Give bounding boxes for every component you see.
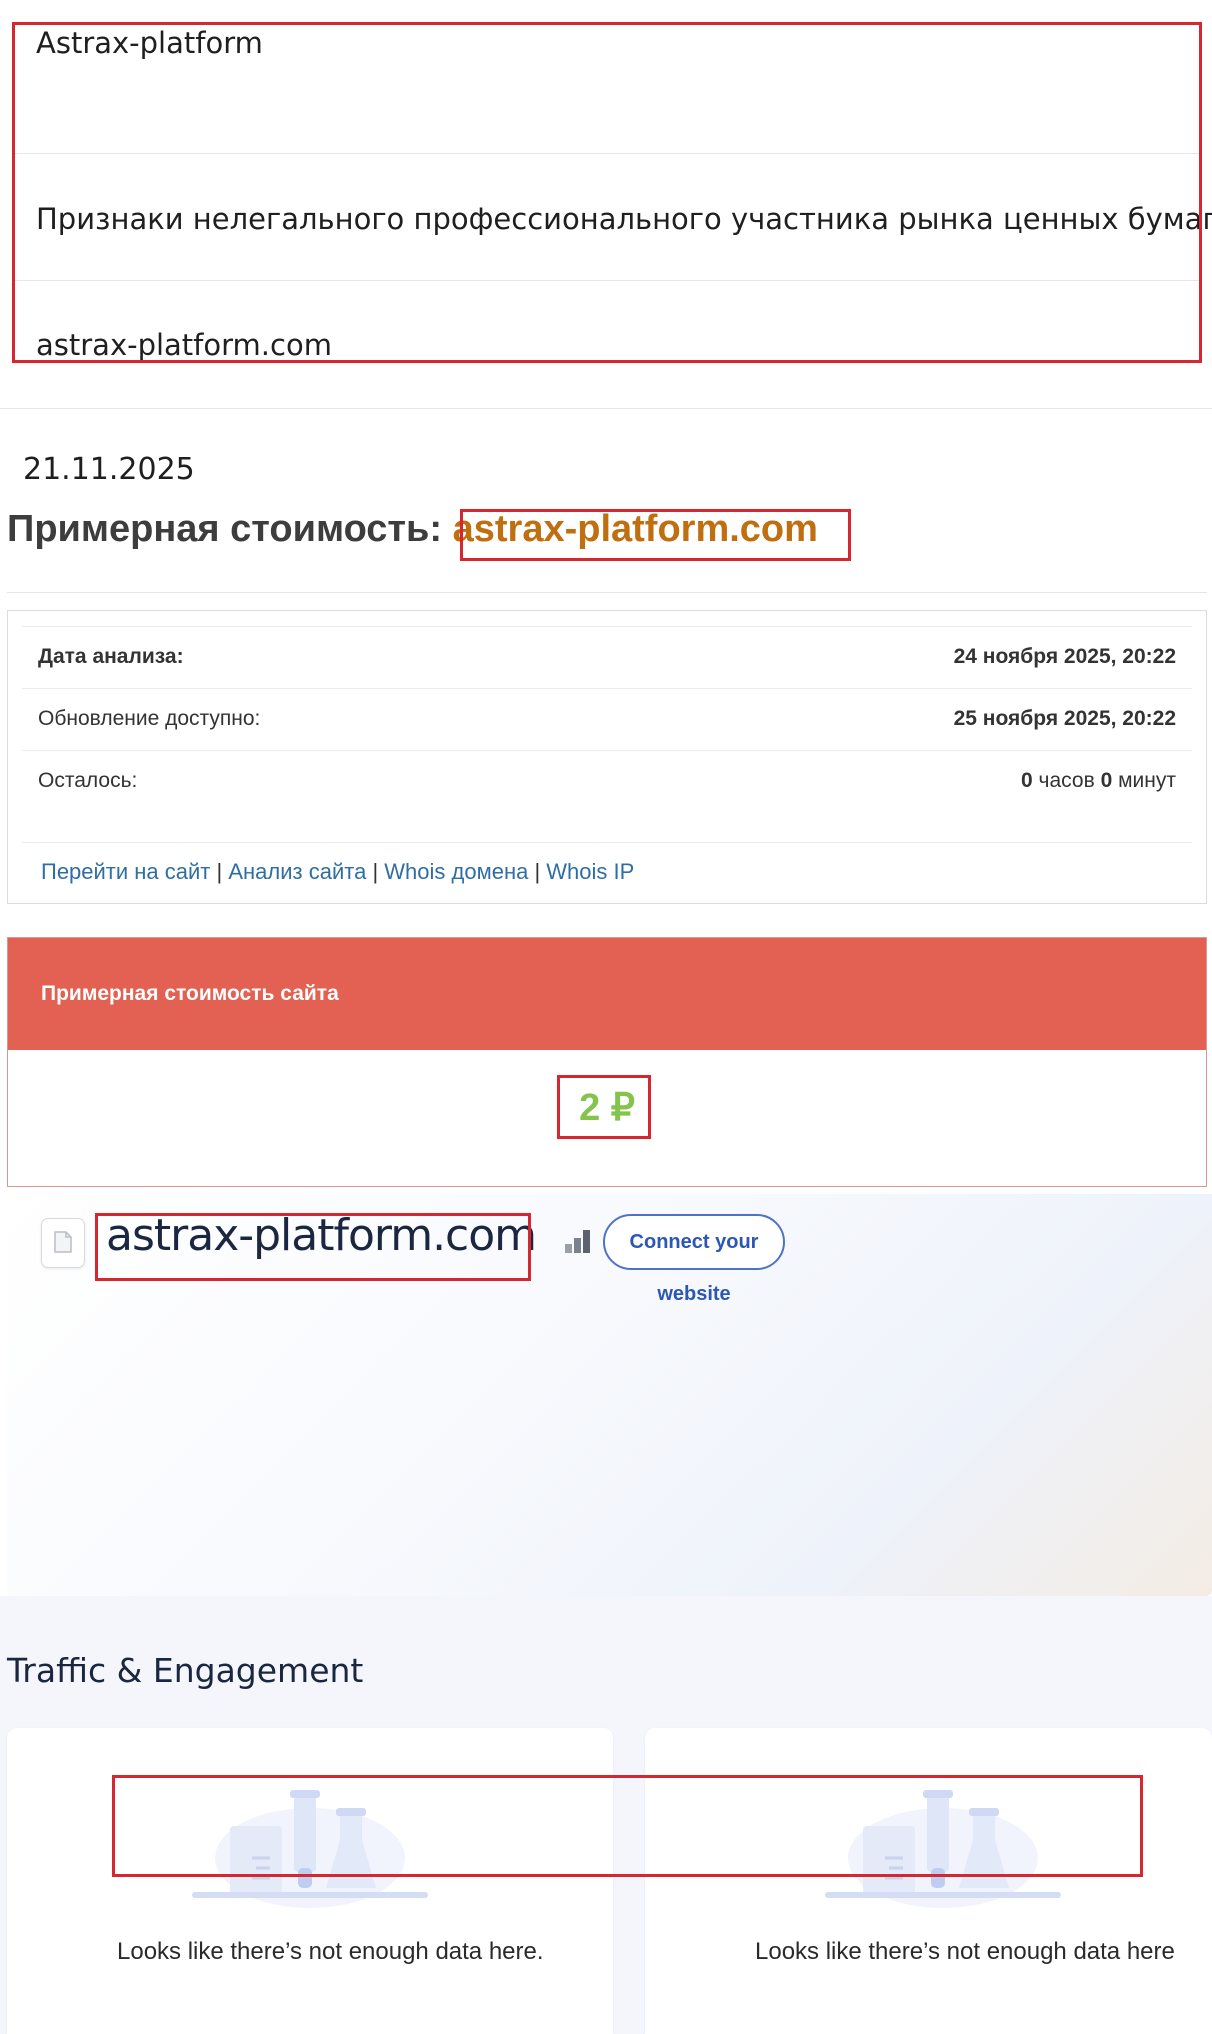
analysis-row-update: Обновление доступно: 25 ноября 2025, 20:… [22,688,1192,750]
analysis-date-label: Дата анализа: [38,645,184,668]
update-available-value: 25 ноября 2025, 20:22 [953,707,1176,730]
goto-site-link[interactable]: Перейти на сайт [41,859,210,884]
no-data-message: Looks like there’s not enough data here. [117,1938,544,1965]
divider [12,280,1202,281]
analysis-card: Дата анализа: 24 ноября 2025, 20:22 Обно… [7,610,1207,904]
page-title: Примерная стоимость: astrax-platform.com [7,508,818,551]
document-icon [54,1231,72,1253]
remaining-label: Осталось: [38,769,138,792]
warning-info-box: Astrax-platform Признаки нелегального пр… [12,22,1212,362]
page-title-prefix: Примерная стоимость: [7,508,453,550]
traffic-card: Looks like there’s not enough data here. [7,1728,613,2034]
divider [22,842,1192,843]
update-available-label: Обновление доступно: [38,707,261,730]
traffic-section-title: Traffic & Engagement [7,1651,364,1690]
company-name: Astrax-platform [36,26,263,60]
connect-website-button[interactable]: Connect your website [603,1214,785,1305]
analysis-row-date: Дата анализа: 24 ноября 2025, 20:22 [22,626,1192,688]
remaining-value: 0 часов 0 минут [1021,769,1176,792]
website-domain[interactable]: astrax-platform.com [106,1210,537,1261]
no-data-message: Looks like there’s not enough data here [755,1938,1175,1965]
analysis-row-remaining: Осталось: 0 часов 0 минут [22,750,1192,812]
lab-flask-icon [192,1790,428,1908]
section-divider [0,408,1212,409]
price-card-header: Примерная стоимость сайта [8,938,1206,1050]
page-title-domain: astrax-platform.com [452,508,818,550]
bar-chart-icon [565,1230,590,1253]
violation-reason: Признаки нелегального профессионального … [36,202,1212,236]
analysis-date-value: 24 ноября 2025, 20:22 [953,645,1176,668]
divider [12,153,1202,154]
site-analysis-link[interactable]: Анализ сайта [228,859,366,884]
section-divider [7,592,1207,593]
whois-domain-link[interactable]: Whois домена [384,859,528,884]
document-icon [41,1218,85,1268]
whois-ip-link[interactable]: Whois IP [546,859,634,884]
estimated-value-card: Примерная стоимость сайта 2 ₽ [7,937,1207,1187]
lab-flask-icon [825,1790,1061,1908]
estimated-price: 2 ₽ [579,1087,635,1129]
publication-date: 21.11.2025 [23,452,195,487]
site-links: Перейти на сайт | Анализ сайта | Whois д… [41,859,635,884]
company-domain: astrax-platform.com [36,328,332,362]
traffic-card: Looks like there’s not enough data here [645,1728,1212,2034]
price-card-title: Примерная стоимость сайта [41,982,339,1005]
website-panel: astrax-platform.com Connect your website [7,1194,1212,1596]
